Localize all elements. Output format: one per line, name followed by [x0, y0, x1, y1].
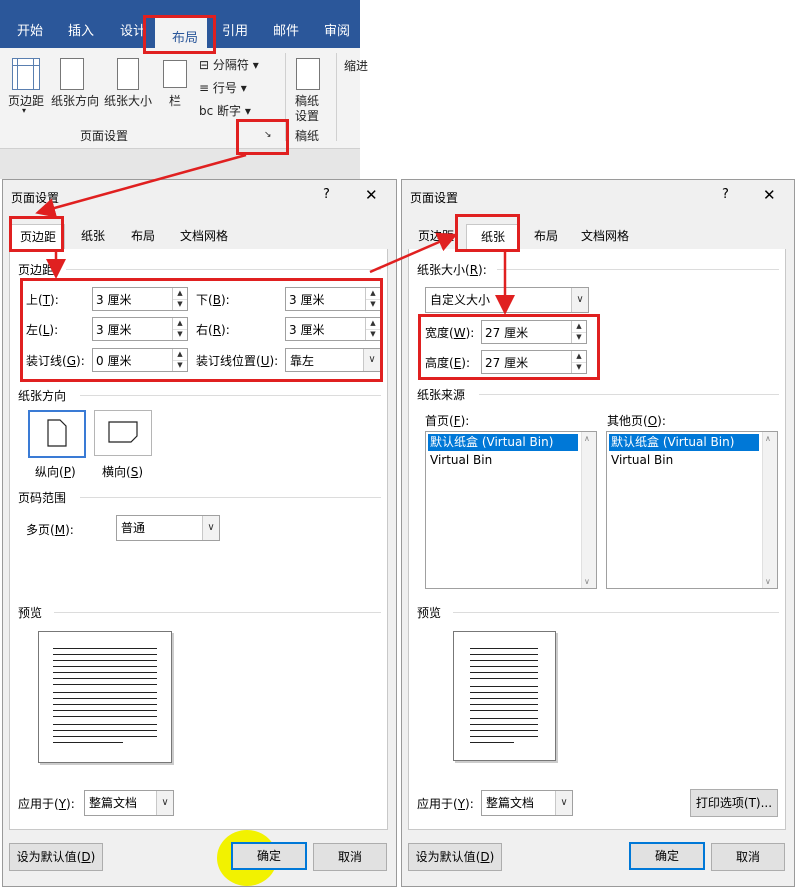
arrow-left-to-right	[369, 232, 458, 274]
annotation-arrows	[35, 153, 515, 315]
arrow-launcher-to-dialog	[35, 153, 247, 218]
